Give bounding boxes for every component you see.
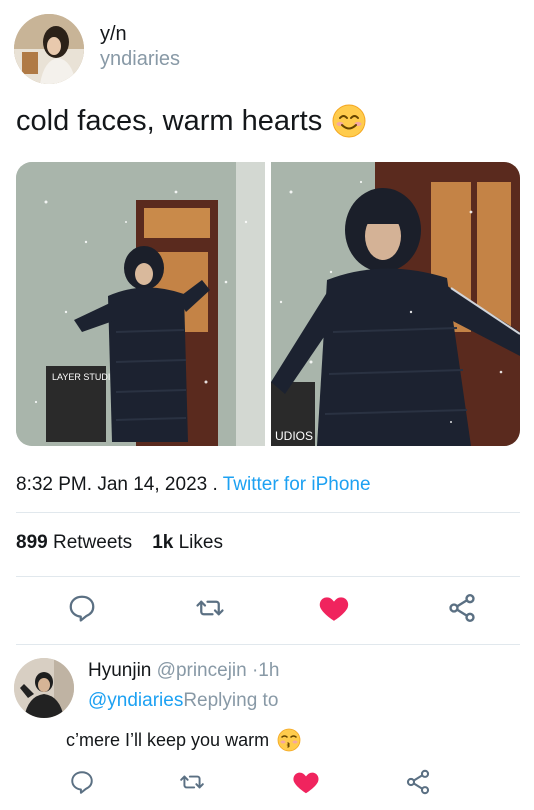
divider: [16, 512, 520, 513]
likes-stat[interactable]: 1k Likes: [152, 532, 223, 554]
tweet-time: 8:32 PM: [16, 474, 87, 495]
reply-mention-link[interactable]: @yndiaries: [88, 690, 183, 711]
share-icon[interactable]: [442, 588, 482, 628]
retweets-count: 899: [16, 532, 48, 553]
reply-handle[interactable]: @princejin: [157, 660, 247, 681]
retweets-stat[interactable]: 899 Retweets: [16, 532, 132, 554]
avatar[interactable]: [14, 14, 84, 84]
replying-to-label: Replying to: [183, 690, 279, 711]
photo-puffer-coat-left[interactable]: LAYER STUDIOS: [16, 162, 265, 446]
share-icon[interactable]: [398, 762, 438, 802]
divider: [16, 644, 520, 645]
reply-avatar[interactable]: [14, 658, 74, 718]
replying-to: @yndiariesReplying to: [88, 690, 278, 712]
retweets-label: Retweets: [52, 532, 133, 553]
tweet-media: LAYER STUDIOS UDIOS: [16, 162, 520, 446]
reply-text-content: c’mere I’ll keep you warm: [66, 729, 270, 750]
tweet-source-link[interactable]: Twitter for iPhone: [223, 474, 371, 495]
sign-text-right: UDIOS: [275, 429, 313, 443]
user-handle[interactable]: yndiaries: [100, 46, 180, 72]
reply-display-name[interactable]: Hyunjin: [88, 660, 151, 681]
likes-label: Likes: [178, 532, 223, 553]
tweet-timestamp: 8:32 PM. Jan 14, 2023 . Twitter for iPho…: [16, 474, 371, 495]
retweet-icon[interactable]: [172, 762, 212, 802]
display-name[interactable]: y/n: [100, 22, 180, 46]
heart-icon[interactable]: [286, 762, 326, 802]
kissing-face-emoji-icon: [277, 728, 301, 752]
heart-icon[interactable]: [314, 588, 354, 628]
reply-icon[interactable]: [62, 588, 102, 628]
tweet-header: y/n yndiaries: [14, 14, 180, 84]
reply-time: ·1h: [251, 660, 280, 681]
retweet-icon[interactable]: [190, 588, 230, 628]
smiling-face-emoji-icon: [332, 104, 366, 138]
tweet-text: cold faces, warm hearts: [16, 104, 366, 138]
reply-actions: [0, 762, 534, 802]
reply-text: c’mere I’ll keep you warm: [66, 728, 301, 752]
tweet-date: Jan 14, 2023: [97, 474, 208, 495]
tweet-text-content: cold faces, warm hearts: [16, 104, 323, 137]
tweet-actions: [0, 588, 534, 628]
reply-header: Hyunjin @princejin ·1h: [88, 660, 279, 682]
reply-icon[interactable]: [62, 762, 102, 802]
tweet-stats: 899 Retweets 1k Likes: [16, 532, 223, 554]
divider: [16, 576, 520, 577]
likes-count: 1k: [152, 532, 174, 553]
photo-puffer-coat-right[interactable]: UDIOS: [271, 162, 520, 446]
